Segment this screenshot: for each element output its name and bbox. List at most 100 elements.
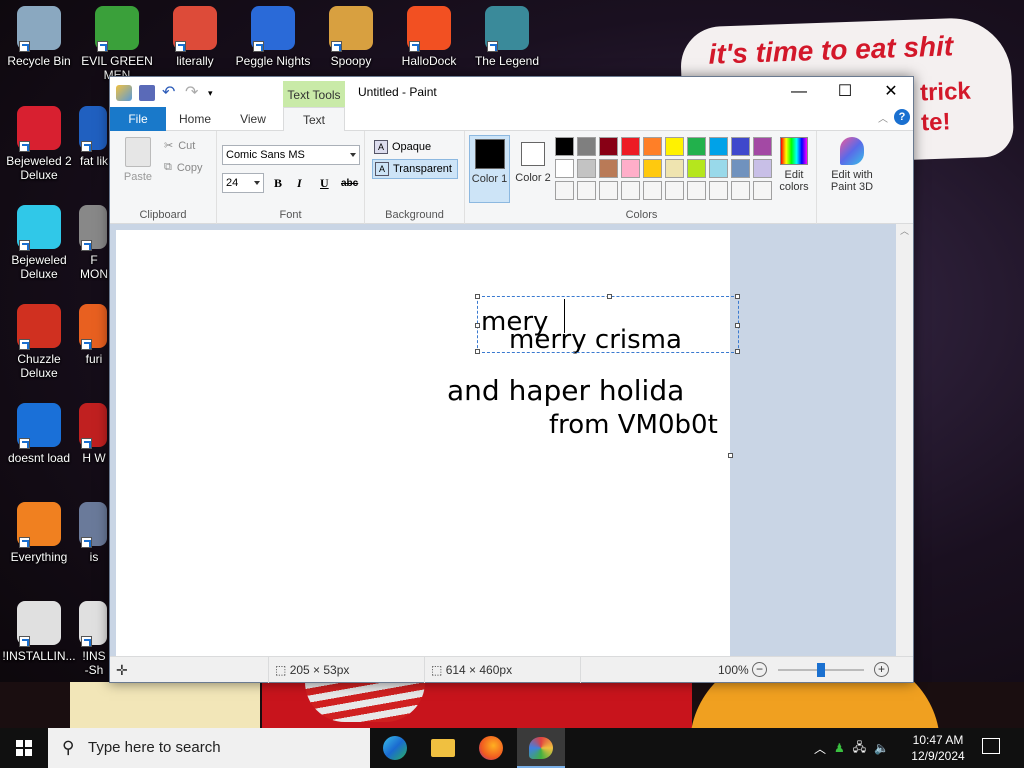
color1-button[interactable]: Color 1 (469, 135, 510, 203)
taskbar-firefox[interactable] (467, 728, 515, 768)
palette-color-swatch[interactable] (555, 137, 574, 156)
desktop-icon[interactable]: doesnt load (1, 403, 77, 465)
tab-file[interactable]: File (110, 107, 166, 131)
desktop-icon[interactable]: fat lik (79, 106, 109, 168)
italic-button[interactable]: I (297, 176, 302, 191)
palette-color-swatch[interactable] (599, 159, 618, 178)
palette-color-swatch[interactable] (643, 181, 662, 200)
desktop-icon[interactable]: Bejeweled 2 Deluxe (1, 106, 77, 182)
tab-view[interactable]: View (228, 107, 278, 131)
desktop-icon[interactable]: literally (157, 6, 233, 68)
collapse-ribbon-icon[interactable]: ︿ (878, 110, 888, 125)
desktop-icon[interactable]: !INSTALLIN... (1, 601, 77, 663)
vertical-scrollbar[interactable]: ︿ (896, 224, 913, 656)
font-size-select[interactable]: 24 (222, 173, 264, 193)
zoom-out-button[interactable]: − (752, 662, 767, 677)
edit-colors-button[interactable]: Edit colors (772, 135, 816, 193)
paint-window[interactable]: ↶ ↷ ▾ Text Tools Untitled - Paint — ☐ ✕ … (109, 76, 914, 683)
save-icon[interactable] (139, 85, 155, 101)
resize-handle[interactable] (475, 323, 480, 328)
palette-color-swatch[interactable] (599, 137, 618, 156)
scroll-up-icon[interactable]: ︿ (896, 224, 913, 237)
resize-handle[interactable] (475, 294, 480, 299)
desktop-icon[interactable]: is (79, 502, 109, 564)
taskbar-search-box[interactable]: ⚲ Type here to search (48, 728, 370, 768)
palette-color-swatch[interactable] (643, 159, 662, 178)
tab-text[interactable]: Text (283, 107, 345, 132)
palette-color-swatch[interactable] (709, 181, 728, 200)
palette-color-swatch[interactable] (577, 159, 596, 178)
palette-color-swatch[interactable] (555, 181, 574, 200)
paste-button[interactable]: Paste (120, 137, 156, 183)
maximize-button[interactable]: ☐ (822, 77, 868, 107)
copy-button[interactable]: ⧉ Copy (164, 161, 203, 174)
desktop-icon[interactable]: HalloDock (391, 6, 467, 68)
desktop-icon[interactable]: Bejeweled Deluxe (1, 205, 77, 281)
resize-handle[interactable] (735, 349, 740, 354)
desktop-icon[interactable]: EVIL GREEN MEN (79, 6, 155, 82)
bold-button[interactable]: B (274, 176, 282, 191)
help-icon[interactable]: ? (894, 109, 910, 125)
palette-color-swatch[interactable] (731, 159, 750, 178)
desktop-icon[interactable]: Everything (1, 502, 77, 564)
palette-color-swatch[interactable] (621, 137, 640, 156)
color2-button[interactable]: Color 2 (513, 135, 553, 203)
zoom-slider[interactable] (778, 663, 864, 677)
palette-color-swatch[interactable] (753, 159, 772, 178)
palette-color-swatch[interactable] (577, 137, 596, 156)
text-input-box[interactable]: mery (475, 294, 740, 354)
transparent-button[interactable]: A Transparent (372, 159, 458, 179)
palette-color-swatch[interactable] (687, 181, 706, 200)
zoom-in-button[interactable]: + (874, 662, 889, 677)
canvas-viewport[interactable]: merry crisma and haper holida from VM0b0… (110, 224, 913, 662)
desktop-icon[interactable]: Chuzzle Deluxe (1, 304, 77, 380)
palette-color-swatch[interactable] (753, 181, 772, 200)
palette-color-swatch[interactable] (643, 137, 662, 156)
zoom-slider-thumb[interactable] (817, 663, 825, 677)
volume-icon[interactable]: 🔈 (874, 741, 889, 755)
title-bar[interactable]: ↶ ↷ ▾ Text Tools Untitled - Paint — ☐ ✕ (110, 77, 913, 107)
font-family-select[interactable]: Comic Sans MS (222, 145, 360, 165)
resize-handle[interactable] (735, 294, 740, 299)
tab-home[interactable]: Home (170, 107, 220, 131)
palette-color-swatch[interactable] (753, 137, 772, 156)
underline-button[interactable]: U (320, 176, 329, 191)
customize-qat-icon[interactable]: ▾ (208, 85, 224, 101)
desktop-icon[interactable]: The Legend (469, 6, 545, 68)
palette-color-swatch[interactable] (709, 137, 728, 156)
taskbar-clock[interactable]: 10:47 AM 12/9/2024 (905, 732, 971, 764)
palette-color-swatch[interactable] (599, 181, 618, 200)
desktop-icon[interactable]: furi (79, 304, 109, 366)
edit-with-paint3d-button[interactable]: Edit with Paint 3D (822, 135, 882, 193)
desktop-icon[interactable]: Peggle Nights (235, 6, 311, 68)
show-hidden-icons-icon[interactable]: ︿ (814, 740, 826, 757)
drawing-canvas[interactable]: merry crisma and haper holida from VM0b0… (116, 230, 740, 662)
taskbar-file-explorer[interactable] (419, 728, 467, 768)
palette-color-swatch[interactable] (621, 159, 640, 178)
resize-handle[interactable] (735, 323, 740, 328)
palette-color-swatch[interactable] (665, 181, 684, 200)
desktop-icon[interactable]: Spoopy (313, 6, 389, 68)
palette-color-swatch[interactable] (665, 159, 684, 178)
strikethrough-button[interactable]: abc (341, 178, 358, 189)
desktop-icon[interactable]: !INS -Sh (79, 601, 109, 677)
palette-color-swatch[interactable] (621, 181, 640, 200)
opaque-button[interactable]: A Opaque (372, 137, 458, 157)
close-button[interactable]: ✕ (868, 77, 914, 107)
network-icon[interactable]: 🖧 (853, 738, 866, 759)
paint-app-icon[interactable] (116, 85, 132, 101)
palette-color-swatch[interactable] (577, 181, 596, 200)
palette-color-swatch[interactable] (709, 159, 728, 178)
palette-color-swatch[interactable] (731, 137, 750, 156)
palette-color-swatch[interactable] (687, 159, 706, 178)
taskbar-paint[interactable] (517, 728, 565, 768)
canvas-resize-handle[interactable] (728, 453, 733, 458)
resize-handle[interactable] (475, 349, 480, 354)
notifications-icon[interactable] (982, 738, 1000, 754)
minimize-button[interactable]: — (776, 77, 822, 107)
palette-color-swatch[interactable] (731, 181, 750, 200)
palette-color-swatch[interactable] (687, 137, 706, 156)
undo-icon[interactable]: ↶ (162, 85, 178, 101)
cut-button[interactable]: ✂ Cut (164, 139, 195, 153)
desktop-icon[interactable]: H W (79, 403, 109, 465)
